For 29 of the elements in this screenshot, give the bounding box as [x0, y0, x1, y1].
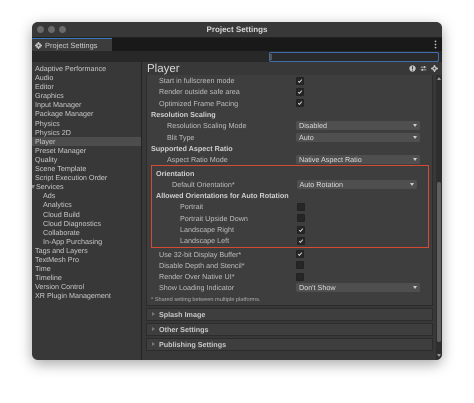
zoom-button[interactable]	[59, 26, 66, 33]
checkbox[interactable]	[296, 236, 304, 245]
checkbox[interactable]	[296, 250, 304, 258]
caret-icon	[413, 124, 417, 128]
expand-arrow-icon[interactable]	[32, 184, 35, 189]
close-button[interactable]	[37, 26, 44, 33]
caret-icon	[413, 286, 417, 290]
minimize-button[interactable]	[48, 26, 55, 33]
search-field[interactable]	[269, 52, 439, 62]
window-title: Project Settings	[206, 25, 268, 34]
gear-icon	[35, 42, 42, 48]
checkbox[interactable]	[296, 272, 304, 281]
help-icon[interactable]	[409, 65, 416, 72]
caret-icon	[413, 136, 417, 139]
caret-icon	[413, 158, 417, 162]
checkbox[interactable]	[296, 226, 304, 234]
sliders-icon[interactable]	[420, 65, 427, 72]
checkbox[interactable]	[296, 99, 304, 108]
caret-icon	[410, 182, 414, 186]
panel-title: Player	[147, 62, 180, 74]
checkbox[interactable]	[296, 261, 304, 270]
checkbox[interactable]	[296, 88, 304, 96]
more-menu-icon[interactable]	[434, 40, 437, 49]
scrollbar-thumb[interactable]	[437, 182, 441, 342]
checkbox[interactable]	[296, 214, 304, 222]
scrollbar[interactable]	[436, 75, 442, 360]
checkbox[interactable]	[296, 76, 304, 85]
settings-icon[interactable]	[431, 65, 438, 72]
checkbox[interactable]	[296, 202, 304, 211]
